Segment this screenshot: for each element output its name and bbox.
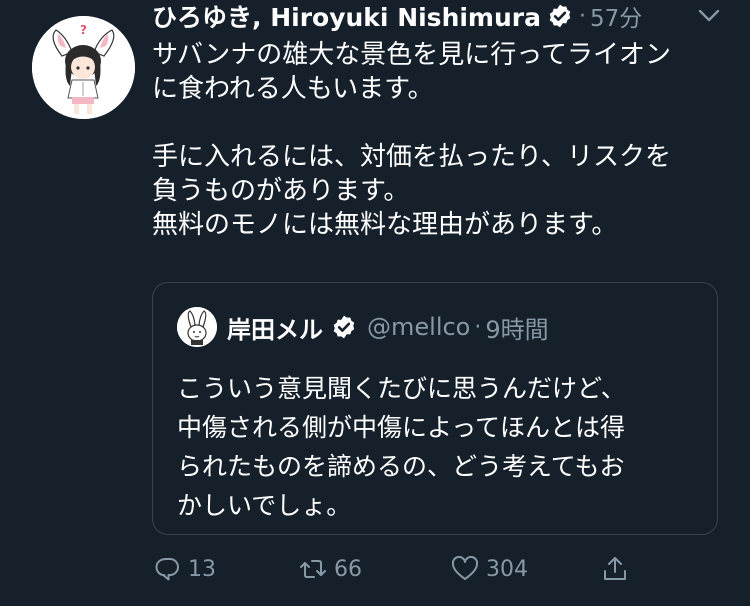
share-button[interactable] [600, 548, 636, 590]
quoted-header-separator: · [474, 314, 482, 340]
reply-button[interactable]: 13 [152, 548, 216, 590]
quoted-author-name[interactable]: 岸田メル [227, 310, 323, 345]
quoted-tweet[interactable]: 岸田メル @mellco · 9時間 こういう意見聞くたびに思うんだけど、 中傷… [152, 282, 718, 535]
reply-count: 13 [188, 556, 216, 582]
verified-badge-icon [331, 314, 357, 340]
tweet-text-line: 負うものがあります。 [152, 176, 410, 206]
quoted-text-line: かしいでしょ。 [177, 491, 352, 520]
tweet-header: ひろゆき, Hiroyuki Nishimura · 57分 [152, 0, 642, 32]
quoted-text-line: 中傷される側が中傷によってほんとは得 [177, 413, 626, 442]
tweet-text-line: サバンナの雄大な景色を見に行ってライオン [152, 40, 671, 70]
tweet-text-line: 手に入れるには、対価を払ったり、リスクを [152, 142, 671, 172]
share-icon [600, 554, 630, 584]
quoted-text-line: こういう意見聞くたびに思うんだけど、 [177, 374, 626, 403]
tweet-actions: 13 66 304 [152, 548, 642, 590]
retweet-button[interactable]: 66 [298, 548, 362, 590]
tweet-text: サバンナの雄大な景色を見に行ってライオン に食われる人もいます。 手に入れるには… [152, 38, 732, 242]
header-separator: · [578, 3, 586, 29]
quoted-text-line: られたものを諦めるの、どう考えてもお [177, 452, 625, 481]
heart-icon [450, 554, 480, 584]
tweet-text-line: 無料のモノには無料な理由があります。 [152, 210, 618, 240]
quoted-tweet-header: 岸田メル @mellco · 9時間 [177, 307, 549, 347]
quoted-author-avatar[interactable] [177, 307, 217, 347]
retweet-icon [298, 554, 328, 584]
author-avatar[interactable]: ? [32, 16, 135, 119]
tweet-timestamp[interactable]: 57分 [590, 0, 642, 33]
like-button[interactable]: 304 [450, 548, 528, 590]
retweet-count: 66 [334, 556, 362, 582]
verified-badge-icon [547, 3, 573, 29]
tweet-text-line: に食われる人もいます。 [152, 74, 434, 104]
author-name[interactable]: ひろゆき, Hiroyuki Nishimura [152, 0, 541, 34]
quoted-tweet-text: こういう意見聞くたびに思うんだけど、 中傷される側が中傷によってほんとは得 られ… [177, 369, 697, 525]
reply-icon [152, 554, 182, 584]
like-count: 304 [486, 556, 528, 582]
quoted-author-handle[interactable]: @mellco [367, 313, 470, 341]
quoted-tweet-timestamp[interactable]: 9時間 [485, 310, 548, 345]
tweet[interactable]: ? ひろゆき, Hiroyuki Nishimura · 57分 サバンナの雄大… [0, 0, 750, 606]
svg-text:?: ? [80, 23, 87, 37]
chevron-down-icon[interactable] [696, 6, 722, 26]
